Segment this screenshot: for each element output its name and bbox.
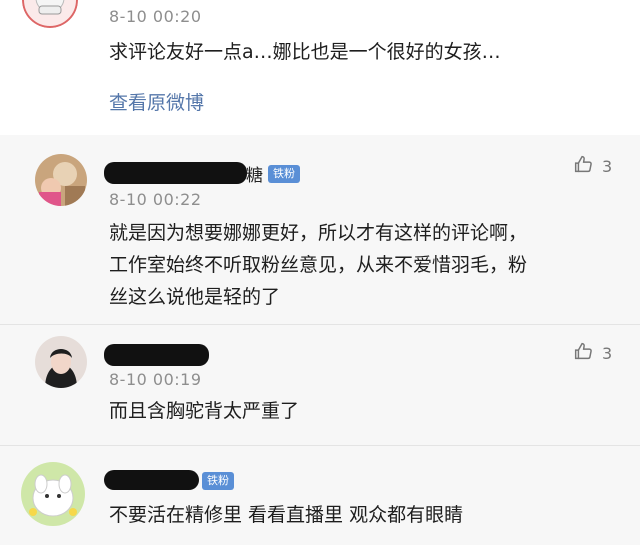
comment-line: 就是因为想要娜娜更好，所以才有这样的评论啊， [109,222,528,244]
thumbs-up-icon [572,340,594,366]
like-count: 3 [602,343,613,363]
original-post-text: 求评论友好一点a…娜比也是一个很好的女孩… [109,41,501,63]
commenter-avatar[interactable] [35,154,87,206]
redacted-username [104,344,209,366]
iron-fan-badge: 铁粉 [268,165,300,183]
commenter-avatar[interactable] [35,336,87,388]
comment-divider [0,324,640,325]
iron-fan-badge: 铁粉 [202,472,234,490]
username-suffix[interactable]: 糖 [246,161,263,186]
comment-line: 丝这么说他是轻的了 [109,286,281,308]
like-count: 3 [602,156,613,176]
like-button[interactable]: 3 [572,153,612,179]
comment-timestamp: 8-10 00:22 [109,190,202,209]
comment-line: 而且含胸驼背太严重了 [109,400,300,422]
commenter-avatar[interactable] [21,462,85,526]
comment-divider [0,445,640,446]
comment-line: 不要活在精修里 看看直播里 观众都有眼睛 [109,504,464,526]
view-original-weibo-link[interactable]: 查看原微博 [109,88,204,115]
comment-list [0,135,640,545]
redacted-username [104,162,247,184]
original-post-timestamp: 8-10 00:20 [109,7,202,26]
redacted-username [104,470,199,490]
like-button[interactable]: 3 [572,340,612,366]
comment-line: 工作室始终不听取粉丝意见，从来不爱惜羽毛，粉 [109,254,528,276]
comment-timestamp: 8-10 00:19 [109,370,202,389]
thumbs-up-icon [572,153,594,179]
